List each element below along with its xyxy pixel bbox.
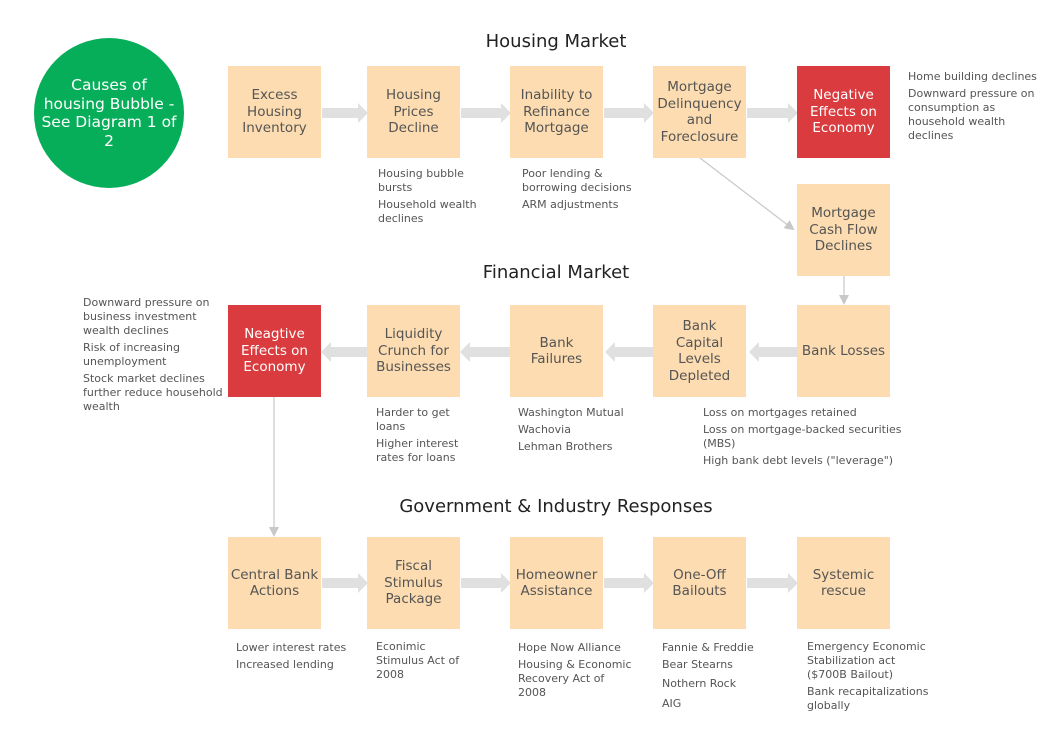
note-item: Fannie & Freddie xyxy=(662,641,754,654)
notes-one-off-bailouts: Fannie & Freddie Bear Stearns Nothern Ro… xyxy=(662,641,772,719)
note-item: Harder to get loans xyxy=(376,406,450,433)
box-label: Bank Failures xyxy=(530,334,583,368)
note-item: Risk of increasing unemployment xyxy=(83,341,181,368)
note-item: Lower interest rates xyxy=(236,641,347,654)
notes-inability-refinance: Poor lending & borrowing decisions ARM a… xyxy=(522,167,632,215)
box-label: Fiscal Stimulus Package xyxy=(384,558,443,608)
notes-homeowner-assistance: Hope Now Alliance Housing & Economic Rec… xyxy=(518,641,633,703)
box-negative-effects-housing[interactable]: Negative Effects on Economy xyxy=(797,66,890,158)
box-label: Negative Effects on Economy xyxy=(810,87,877,137)
note-item: Loss on mortgage-backed securities (MBS) xyxy=(703,423,902,450)
box-liquidity-crunch[interactable]: Liquidity Crunch for Businesses xyxy=(367,305,460,397)
note-item: AIG xyxy=(662,697,682,710)
box-label: Bank Capital Levels Depleted xyxy=(668,318,731,384)
notes-bank-losses: Loss on mortgages retained Loss on mortg… xyxy=(703,406,923,471)
note-item: Increased lending xyxy=(236,658,334,671)
arrow-right xyxy=(604,573,654,593)
arrow-right xyxy=(747,573,798,593)
notes-central-bank: Lower interest rates Increased lending xyxy=(236,641,356,675)
box-central-bank-actions[interactable]: Central Bank Actions xyxy=(228,537,321,629)
note-item: Bank recapitalizations globally xyxy=(807,685,929,712)
note-item: Downward pressure on consumption as hous… xyxy=(908,87,1035,142)
arrow-right xyxy=(461,103,511,123)
notes-negative-effects-housing: Home building declines Downward pressure… xyxy=(908,70,1053,146)
box-bank-capital-depleted[interactable]: Bank Capital Levels Depleted xyxy=(653,305,746,397)
note-item: Wachovia xyxy=(518,423,571,436)
note-item: Lehman Brothers xyxy=(518,440,613,453)
arrow-right xyxy=(322,573,368,593)
box-homeowner-assistance[interactable]: Homeowner Assistance xyxy=(510,537,603,629)
box-negative-effects-financial[interactable]: Neagtive Effects on Economy xyxy=(228,305,321,397)
box-label: One-Off Bailouts xyxy=(672,566,727,600)
note-item: Loss on mortgages retained xyxy=(703,406,857,419)
notes-fiscal-stimulus: Econimic Stimulus Act of 2008 xyxy=(376,640,471,685)
box-one-off-bailouts[interactable]: One-Off Bailouts xyxy=(653,537,746,629)
box-label: Neagtive Effects on Economy xyxy=(241,326,308,376)
arrow-right xyxy=(747,103,798,123)
note-item: Econimic Stimulus Act of 2008 xyxy=(376,640,460,681)
box-label: Central Bank Actions xyxy=(230,566,319,600)
note-item: Stock market declines further reduce hou… xyxy=(83,372,223,413)
box-systemic-rescue[interactable]: Systemic rescue xyxy=(797,537,890,629)
note-item: Downward pressure on business investment… xyxy=(83,296,210,337)
box-label: Liquidity Crunch for Businesses xyxy=(376,326,451,376)
box-bank-losses[interactable]: Bank Losses xyxy=(797,305,890,397)
box-mortgage-cash-flow-declines[interactable]: Mortgage Cash Flow Declines xyxy=(797,184,890,276)
arrow-right xyxy=(322,103,368,123)
notes-negative-effects-financial: Downward pressure on business investment… xyxy=(83,296,223,417)
section-title-housing: Housing Market xyxy=(485,31,627,52)
box-inability-to-refinance[interactable]: Inability to Refinance Mortgage xyxy=(510,66,603,158)
note-item: Home building declines xyxy=(908,70,1037,83)
box-housing-prices-decline[interactable]: Housing Prices Decline xyxy=(367,66,460,158)
arrow-left xyxy=(749,342,797,362)
connector-delinquency-to-cashflow xyxy=(699,157,795,231)
box-bank-failures[interactable]: Bank Failures xyxy=(510,305,603,397)
start-circle-label: Causes of housing Bubble - See Diagram 1… xyxy=(41,76,177,150)
note-item: Household wealth declines xyxy=(378,198,477,225)
note-item: Washington Mutual xyxy=(518,406,624,419)
box-label: Homeowner Assistance xyxy=(515,566,598,600)
box-excess-housing-inventory[interactable]: Excess Housing Inventory xyxy=(228,66,321,158)
note-item: Poor lending & borrowing decisions xyxy=(522,167,632,194)
arrow-right xyxy=(604,103,654,123)
box-label: Mortgage Cash Flow Declines xyxy=(809,205,878,255)
box-label: Systemic rescue xyxy=(812,566,875,600)
notes-liquidity-crunch: Harder to get loans Higher interest rate… xyxy=(376,406,476,468)
note-item: Nothern Rock xyxy=(662,677,737,690)
arrow-left xyxy=(605,342,653,362)
notes-systemic-rescue: Emergency Economic Stabilization act ($7… xyxy=(807,640,937,716)
start-circle[interactable]: Causes of housing Bubble - See Diagram 1… xyxy=(34,38,184,188)
box-label: Housing Prices Decline xyxy=(386,87,441,137)
box-label: Bank Losses xyxy=(801,342,886,359)
arrow-left xyxy=(460,342,510,362)
note-item: Emergency Economic Stabilization act ($7… xyxy=(807,640,926,681)
box-label: Excess Housing Inventory xyxy=(242,87,307,137)
section-title-financial: Financial Market xyxy=(482,262,630,283)
note-item: ARM adjustments xyxy=(522,198,619,211)
box-label: Inability to Refinance Mortgage xyxy=(520,87,593,137)
box-fiscal-stimulus[interactable]: Fiscal Stimulus Package xyxy=(367,537,460,629)
note-item: Bear Stearns xyxy=(662,658,733,671)
notes-bank-failures: Washington Mutual Wachovia Lehman Brothe… xyxy=(518,406,638,457)
note-item: Hope Now Alliance xyxy=(518,641,621,654)
note-item: Housing & Economic Recovery Act of 2008 xyxy=(518,658,632,699)
notes-housing-prices: Housing bubble bursts Household wealth d… xyxy=(378,167,478,229)
arrow-right xyxy=(461,573,511,593)
arrow-left xyxy=(321,342,367,362)
box-mortgage-delinquency[interactable]: Mortgage Delinquency and Foreclosure xyxy=(653,66,746,158)
section-title-government: Government & Industry Responses xyxy=(399,496,713,517)
note-item: Higher interest rates for loans xyxy=(376,437,459,464)
note-item: Housing bubble bursts xyxy=(378,167,464,194)
box-label: Mortgage Delinquency and Foreclosure xyxy=(657,79,742,145)
note-item: High bank debt levels ("leverage") xyxy=(703,454,894,467)
